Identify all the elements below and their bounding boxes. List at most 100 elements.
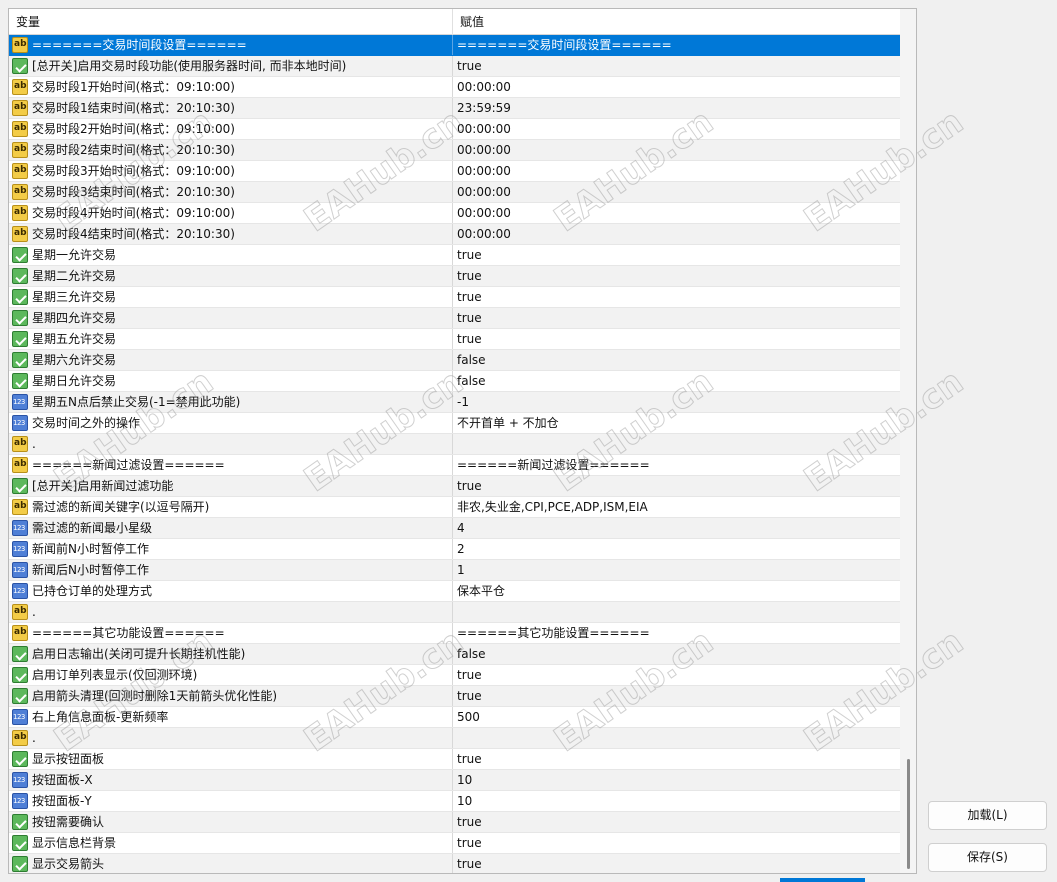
parameter-name-cell[interactable]: 新闻后N小时暂停工作 xyxy=(9,560,453,580)
save-button[interactable]: 保存(S) xyxy=(928,843,1047,872)
parameter-row[interactable]: 启用箭头清理(回测时删除1天前箭头优化性能) true xyxy=(9,686,900,707)
parameter-name-cell[interactable]: 星期三允许交易 xyxy=(9,287,453,307)
parameter-name-cell[interactable]: 需过滤的新闻关键字(以逗号隔开) xyxy=(9,497,453,517)
parameter-value-cell[interactable]: 10 xyxy=(454,770,900,790)
parameter-value-cell[interactable]: false xyxy=(454,371,900,391)
parameter-row[interactable]: 星期五N点后禁止交易(-1=禁用此功能) -1 xyxy=(9,392,900,413)
parameter-value-cell[interactable] xyxy=(454,728,900,748)
parameter-value-cell[interactable]: true xyxy=(454,749,900,769)
parameter-row[interactable]: 按钮面板-X 10 xyxy=(9,770,900,791)
parameter-value-cell[interactable]: ======新闻过滤设置====== xyxy=(454,455,900,475)
parameter-row[interactable]: 按钮需要确认 true xyxy=(9,812,900,833)
parameter-value-cell[interactable] xyxy=(454,602,900,622)
parameter-value-cell[interactable]: true xyxy=(454,308,900,328)
parameter-row[interactable]: 星期二允许交易 true xyxy=(9,266,900,287)
parameter-name-cell[interactable]: 右上角信息面板-更新频率 xyxy=(9,707,453,727)
parameter-name-cell[interactable]: 星期日允许交易 xyxy=(9,371,453,391)
parameter-value-cell[interactable]: false xyxy=(454,350,900,370)
parameter-row[interactable]: 交易时间之外的操作 不开首单 + 不加仓 xyxy=(9,413,900,434)
parameter-name-cell[interactable]: ======新闻过滤设置====== xyxy=(9,455,453,475)
parameter-value-cell[interactable]: true xyxy=(454,665,900,685)
parameter-name-cell[interactable]: ======其它功能设置====== xyxy=(9,623,453,643)
parameter-row[interactable]: [总开关]启用交易时段功能(使用服务器时间, 而非本地时间) true xyxy=(9,56,900,77)
parameter-value-cell[interactable]: true xyxy=(454,287,900,307)
parameter-row[interactable]: 新闻后N小时暂停工作 1 xyxy=(9,560,900,581)
parameter-value-cell[interactable]: 4 xyxy=(454,518,900,538)
parameter-name-cell[interactable]: 按钮面板-X xyxy=(9,770,453,790)
parameter-name-cell[interactable]: 星期六允许交易 xyxy=(9,350,453,370)
parameter-row[interactable]: 星期四允许交易 true xyxy=(9,308,900,329)
parameter-value-cell[interactable]: true xyxy=(454,476,900,496)
parameter-row[interactable]: 星期六允许交易 false xyxy=(9,350,900,371)
parameter-name-cell[interactable]: . xyxy=(9,434,453,454)
parameter-row[interactable]: 需过滤的新闻最小星级 4 xyxy=(9,518,900,539)
parameter-row[interactable]: 交易时段3结束时间(格式：20:10:30) 00:00:00 xyxy=(9,182,900,203)
parameter-row[interactable]: 显示信息栏背景 true xyxy=(9,833,900,854)
parameter-name-cell[interactable]: 星期四允许交易 xyxy=(9,308,453,328)
parameter-row[interactable]: 显示交易箭头 true xyxy=(9,854,900,873)
parameter-row[interactable]: 新闻前N小时暂停工作 2 xyxy=(9,539,900,560)
parameter-name-cell[interactable]: 按钮面板-Y xyxy=(9,791,453,811)
parameter-row[interactable]: 交易时段4结束时间(格式：20:10:30) 00:00:00 xyxy=(9,224,900,245)
parameter-row[interactable]: 已持仓订单的处理方式 保本平仓 xyxy=(9,581,900,602)
parameter-row[interactable]: ======新闻过滤设置====== ======新闻过滤设置====== xyxy=(9,455,900,476)
parameter-value-cell[interactable]: 500 xyxy=(454,707,900,727)
parameter-name-cell[interactable]: 交易时段1开始时间(格式：09:10:00) xyxy=(9,77,453,97)
parameter-value-cell[interactable]: true xyxy=(454,854,900,873)
parameter-name-cell[interactable]: 启用订单列表显示(仅回测环境) xyxy=(9,665,453,685)
column-header-value[interactable]: 赋值 xyxy=(453,9,900,35)
parameter-name-cell[interactable]: 显示信息栏背景 xyxy=(9,833,453,853)
parameter-value-cell[interactable]: 保本平仓 xyxy=(454,581,900,601)
parameter-name-cell[interactable]: 星期五允许交易 xyxy=(9,329,453,349)
parameter-value-cell[interactable]: -1 xyxy=(454,392,900,412)
parameter-name-cell[interactable]: 交易时段3结束时间(格式：20:10:30) xyxy=(9,182,453,202)
parameter-name-cell[interactable]: 交易时段4结束时间(格式：20:10:30) xyxy=(9,224,453,244)
parameter-value-cell[interactable]: true xyxy=(454,56,900,76)
parameter-name-cell[interactable]: 交易时段2开始时间(格式：09:10:00) xyxy=(9,119,453,139)
parameter-row[interactable]: 交易时段2结束时间(格式：20:10:30) 00:00:00 xyxy=(9,140,900,161)
parameter-row[interactable]: . xyxy=(9,602,900,623)
parameter-value-cell[interactable]: 23:59:59 xyxy=(454,98,900,118)
parameter-name-cell[interactable]: 交易时段3开始时间(格式：09:10:00) xyxy=(9,161,453,181)
parameter-row[interactable]: 交易时段1结束时间(格式：20:10:30) 23:59:59 xyxy=(9,98,900,119)
parameter-value-cell[interactable]: 00:00:00 xyxy=(454,77,900,97)
parameter-row[interactable]: 启用日志输出(关闭可提升长期挂机性能) false xyxy=(9,644,900,665)
parameter-value-cell[interactable]: true xyxy=(454,833,900,853)
parameter-row[interactable]: . xyxy=(9,728,900,749)
parameter-name-cell[interactable]: 交易时间之外的操作 xyxy=(9,413,453,433)
parameter-value-cell[interactable] xyxy=(454,434,900,454)
parameter-value-cell[interactable]: 非农,失业金,CPI,PCE,ADP,ISM,EIA xyxy=(454,497,900,517)
parameter-value-cell[interactable]: false xyxy=(454,644,900,664)
parameter-name-cell[interactable]: 已持仓订单的处理方式 xyxy=(9,581,453,601)
scrollbar-thumb[interactable] xyxy=(907,759,910,869)
parameter-name-cell[interactable]: 启用箭头清理(回测时删除1天前箭头优化性能) xyxy=(9,686,453,706)
parameter-value-cell[interactable]: =======交易时间段设置====== xyxy=(454,35,900,55)
parameter-value-cell[interactable]: 00:00:00 xyxy=(454,224,900,244)
parameter-name-cell[interactable]: 交易时段1结束时间(格式：20:10:30) xyxy=(9,98,453,118)
parameter-row[interactable]: =======交易时间段设置====== =======交易时间段设置====== xyxy=(9,35,900,56)
parameter-row[interactable]: 星期五允许交易 true xyxy=(9,329,900,350)
parameter-name-cell[interactable]: 星期一允许交易 xyxy=(9,245,453,265)
parameter-row[interactable]: ======其它功能设置====== ======其它功能设置====== xyxy=(9,623,900,644)
parameter-row[interactable]: 启用订单列表显示(仅回测环境) true xyxy=(9,665,900,686)
column-header-variable[interactable]: 变量 xyxy=(9,9,453,35)
parameter-value-cell[interactable]: 00:00:00 xyxy=(454,161,900,181)
parameter-value-cell[interactable]: 00:00:00 xyxy=(454,182,900,202)
parameter-value-cell[interactable]: 1 xyxy=(454,560,900,580)
parameter-name-cell[interactable]: . xyxy=(9,602,453,622)
vertical-scrollbar[interactable] xyxy=(900,9,916,873)
parameter-name-cell[interactable]: 需过滤的新闻最小星级 xyxy=(9,518,453,538)
parameter-value-cell[interactable]: true xyxy=(454,329,900,349)
parameter-name-cell[interactable]: 启用日志输出(关闭可提升长期挂机性能) xyxy=(9,644,453,664)
parameter-row[interactable]: 显示按钮面板 true xyxy=(9,749,900,770)
parameter-name-cell[interactable]: . xyxy=(9,728,453,748)
parameter-name-cell[interactable]: 按钮需要确认 xyxy=(9,812,453,832)
parameter-row[interactable]: 星期日允许交易 false xyxy=(9,371,900,392)
parameter-row[interactable]: 交易时段2开始时间(格式：09:10:00) 00:00:00 xyxy=(9,119,900,140)
parameter-value-cell[interactable]: true xyxy=(454,245,900,265)
parameter-row[interactable]: 交易时段1开始时间(格式：09:10:00) 00:00:00 xyxy=(9,77,900,98)
parameter-row[interactable]: 右上角信息面板-更新频率 500 xyxy=(9,707,900,728)
parameter-value-cell[interactable]: true xyxy=(454,686,900,706)
parameter-row[interactable]: . xyxy=(9,434,900,455)
parameter-row[interactable]: 交易时段4开始时间(格式：09:10:00) 00:00:00 xyxy=(9,203,900,224)
